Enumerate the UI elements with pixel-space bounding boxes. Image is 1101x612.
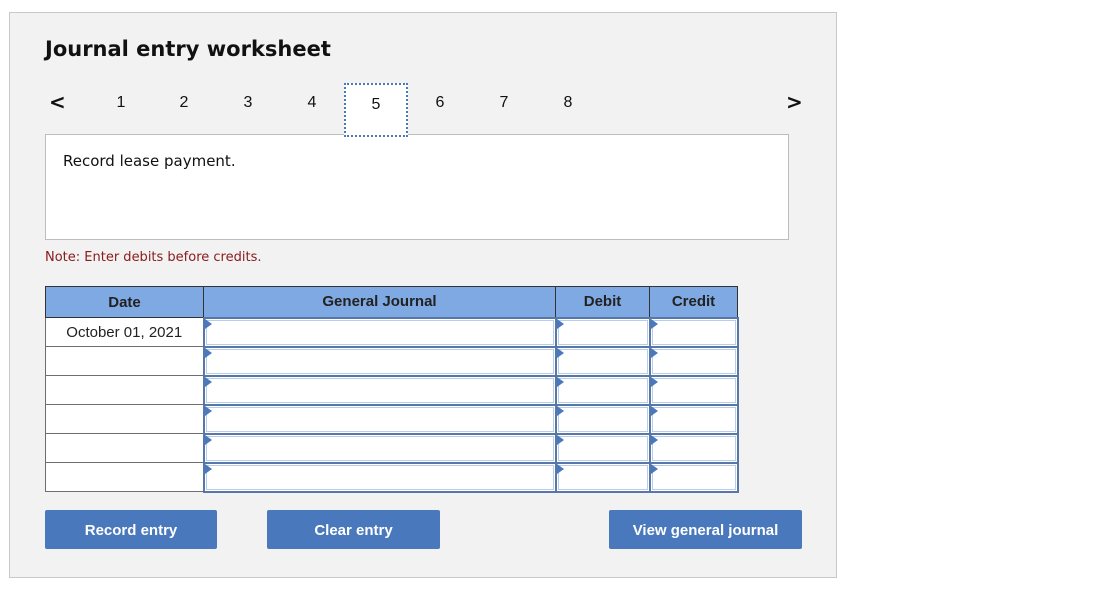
- table-row: [45, 461, 739, 493]
- dropdown-flag-icon: [204, 463, 212, 474]
- page-tab-4[interactable]: 4: [280, 83, 344, 135]
- record-entry-button[interactable]: Record entry: [45, 510, 217, 549]
- page-tab-7[interactable]: 7: [472, 83, 536, 135]
- credit-input[interactable]: [648, 403, 739, 435]
- journal-header-row: Date General Journal Debit Credit: [45, 286, 738, 318]
- dropdown-flag-icon: [556, 318, 564, 329]
- dropdown-flag-icon: [650, 318, 658, 329]
- debits-note: Note: Enter debits before credits.: [45, 250, 262, 265]
- header-debit: Debit: [555, 286, 650, 318]
- date-cell: [45, 404, 204, 434]
- header-date: Date: [45, 286, 204, 318]
- page-tab-5-active[interactable]: 5: [344, 83, 408, 137]
- debit-input[interactable]: [554, 461, 651, 493]
- dropdown-flag-icon: [650, 347, 658, 358]
- credit-input[interactable]: [648, 432, 739, 464]
- dropdown-flag-icon: [556, 347, 564, 358]
- dropdown-flag-icon: [650, 463, 658, 474]
- worksheet-title: Journal entry worksheet: [45, 37, 331, 61]
- date-cell: [45, 375, 204, 405]
- credit-input[interactable]: [648, 461, 739, 493]
- debit-input[interactable]: [554, 432, 651, 464]
- account-input[interactable]: [202, 432, 557, 464]
- date-cell: [45, 462, 204, 492]
- page-tab-1[interactable]: 1: [89, 83, 153, 135]
- clear-entry-button[interactable]: Clear entry: [267, 510, 440, 549]
- debit-input[interactable]: [554, 374, 651, 406]
- dropdown-flag-icon: [204, 405, 212, 416]
- dropdown-flag-icon: [204, 347, 212, 358]
- dropdown-flag-icon: [204, 376, 212, 387]
- account-input[interactable]: [202, 461, 557, 493]
- dropdown-flag-icon: [556, 376, 564, 387]
- dropdown-flag-icon: [556, 405, 564, 416]
- credit-input[interactable]: [648, 374, 739, 406]
- header-credit: Credit: [649, 286, 738, 318]
- dropdown-flag-icon: [650, 376, 658, 387]
- table-row: October 01, 2021: [45, 316, 739, 348]
- header-general-journal: General Journal: [203, 286, 556, 318]
- table-row: [45, 432, 739, 464]
- dropdown-flag-icon: [204, 318, 212, 329]
- date-cell: October 01, 2021: [45, 317, 204, 347]
- dropdown-flag-icon: [650, 434, 658, 445]
- dropdown-flag-icon: [556, 434, 564, 445]
- chevron-left-icon[interactable]: <: [49, 91, 66, 113]
- credit-input[interactable]: [648, 316, 739, 348]
- view-general-journal-button[interactable]: View general journal: [609, 510, 802, 549]
- date-cell: [45, 346, 204, 376]
- table-row: [45, 345, 739, 377]
- prompt-box: Record lease payment.: [45, 134, 789, 240]
- journal-table: Date General Journal Debit Credit Octobe…: [45, 286, 739, 493]
- account-input[interactable]: [202, 374, 557, 406]
- page-tab-2[interactable]: 2: [152, 83, 216, 135]
- date-cell: [45, 433, 204, 463]
- page-tab-6[interactable]: 6: [408, 83, 472, 135]
- debit-input[interactable]: [554, 345, 651, 377]
- page-tab-3[interactable]: 3: [216, 83, 280, 135]
- credit-input[interactable]: [648, 345, 739, 377]
- dropdown-flag-icon: [556, 463, 564, 474]
- account-input[interactable]: [202, 345, 557, 377]
- prompt-text: Record lease payment.: [63, 152, 236, 170]
- debit-input[interactable]: [554, 316, 651, 348]
- page-tab-8[interactable]: 8: [536, 83, 600, 135]
- account-input[interactable]: [202, 403, 557, 435]
- dropdown-flag-icon: [650, 405, 658, 416]
- chevron-right-icon[interactable]: >: [786, 91, 803, 113]
- debit-input[interactable]: [554, 403, 651, 435]
- journal-entry-worksheet-panel: Journal entry worksheet < 1 2 3 4 5 6 7 …: [9, 12, 837, 578]
- table-row: [45, 374, 739, 406]
- account-input[interactable]: [202, 316, 557, 348]
- table-row: [45, 403, 739, 435]
- dropdown-flag-icon: [204, 434, 212, 445]
